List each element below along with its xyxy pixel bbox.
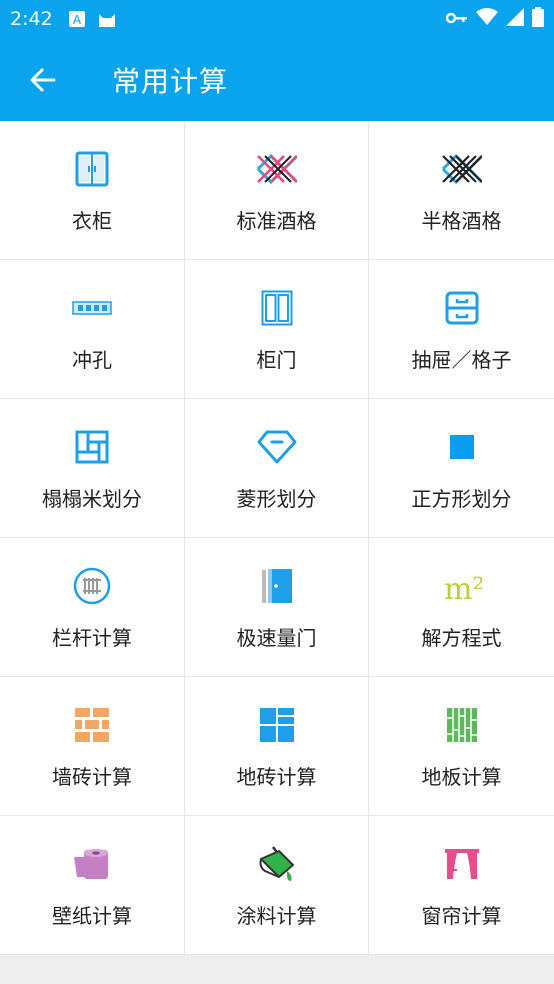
tatami-icon — [72, 427, 112, 467]
arrow-left-icon — [30, 68, 56, 91]
railing-icon — [72, 566, 112, 606]
grid-item-label: 标准酒格 — [236, 209, 317, 233]
back-button[interactable] — [0, 38, 84, 121]
door-icon — [257, 566, 297, 606]
app-bar: 常用计算 — [0, 38, 554, 121]
grid-item-label: 极速量门 — [236, 626, 317, 650]
grid-item-label: 墙砖计算 — [52, 765, 132, 789]
grid-item-label: 榻榻米划分 — [42, 487, 142, 511]
grid-item-floorboard-calc[interactable]: 地板计算 — [369, 677, 554, 816]
wall-tile-icon — [72, 705, 112, 745]
cat-notification-icon — [97, 10, 117, 28]
floorboard-icon — [442, 705, 482, 745]
grid-item-diamond-division[interactable]: 菱形划分 — [185, 399, 369, 538]
svg-text:A: A — [73, 13, 82, 27]
grid-item-label: 栏杆计算 — [52, 626, 132, 650]
wallpaper-roll-icon — [72, 844, 112, 884]
grid-item-label: 地砖计算 — [236, 765, 317, 789]
grid-item-label: 壁纸计算 — [52, 904, 132, 928]
grid-item-drawer-grid[interactable]: 抽屉／格子 — [369, 260, 554, 399]
grid-item-label: 柜门 — [256, 348, 297, 372]
grid-item-floor-tile-calc[interactable]: 地砖计算 — [185, 677, 369, 816]
square-icon — [442, 427, 482, 467]
curtain-icon — [442, 844, 482, 884]
grid-item-cabinet-door[interactable]: 柜门 — [185, 260, 369, 399]
grid-item-wardrobe[interactable]: 衣柜 — [0, 121, 185, 260]
grid-item-tatami-division[interactable]: 榻榻米划分 — [0, 399, 185, 538]
page-title: 常用计算 — [112, 64, 229, 98]
grid-item-punch-hole[interactable]: 冲孔 — [0, 260, 185, 399]
wardrobe-icon — [72, 149, 112, 189]
calculator-grid: 衣柜 标准酒格 半格酒格 冲孔 柜门 抽屉／格子 榻榻米划分 菱形划分 正方形划… — [0, 121, 554, 955]
status-time: 2:42 — [10, 8, 53, 30]
grid-item-curtain-calc[interactable]: 窗帘计算 — [369, 816, 554, 955]
grid-item-label: 解方程式 — [421, 626, 502, 650]
grid-item-square-division[interactable]: 正方形划分 — [369, 399, 554, 538]
signal-icon — [506, 8, 524, 30]
grid-item-wallpaper-calc[interactable]: 壁纸计算 — [0, 816, 185, 955]
punch-hole-icon — [72, 288, 112, 328]
grid-item-label: 涂料计算 — [236, 904, 317, 928]
grid-item-railing-calc[interactable]: 栏杆计算 — [0, 538, 185, 677]
svg-text:m²: m² — [444, 572, 482, 603]
keyboard-notification-icon: A — [68, 11, 85, 27]
grid-item-equation-solver[interactable]: m² 解方程式 — [369, 538, 554, 677]
cabinet-door-icon — [257, 288, 297, 328]
grid-item-label: 半格酒格 — [421, 209, 502, 233]
status-bar: 2:42 A — [0, 0, 554, 38]
grid-item-label: 衣柜 — [72, 209, 112, 233]
diamond-icon — [257, 427, 297, 467]
grid-item-label: 地板计算 — [421, 765, 502, 789]
floor-tile-icon — [257, 705, 297, 745]
paint-bucket-icon — [257, 844, 297, 884]
grid-item-paint-calc[interactable]: 涂料计算 — [185, 816, 369, 955]
battery-icon — [532, 7, 544, 31]
grid-item-quick-door-measure[interactable]: 极速量门 — [185, 538, 369, 677]
square-meter-icon: m² — [442, 566, 482, 606]
vpn-key-icon — [445, 10, 468, 29]
wifi-icon — [476, 8, 498, 30]
grid-item-standard-wine-rack[interactable]: 标准酒格 — [185, 121, 369, 260]
grid-item-label: 抽屉／格子 — [411, 348, 512, 372]
drawer-icon — [442, 288, 482, 328]
grid-item-label: 窗帘计算 — [421, 904, 502, 928]
grid-item-label: 正方形划分 — [411, 487, 512, 511]
grid-item-label: 菱形划分 — [236, 487, 317, 511]
grid-item-label: 冲孔 — [72, 348, 112, 372]
wine-rack-icon — [256, 149, 297, 189]
half-wine-rack-icon — [441, 149, 482, 189]
grid-item-wall-tile-calc[interactable]: 墙砖计算 — [0, 677, 185, 816]
grid-item-half-wine-rack[interactable]: 半格酒格 — [369, 121, 554, 260]
